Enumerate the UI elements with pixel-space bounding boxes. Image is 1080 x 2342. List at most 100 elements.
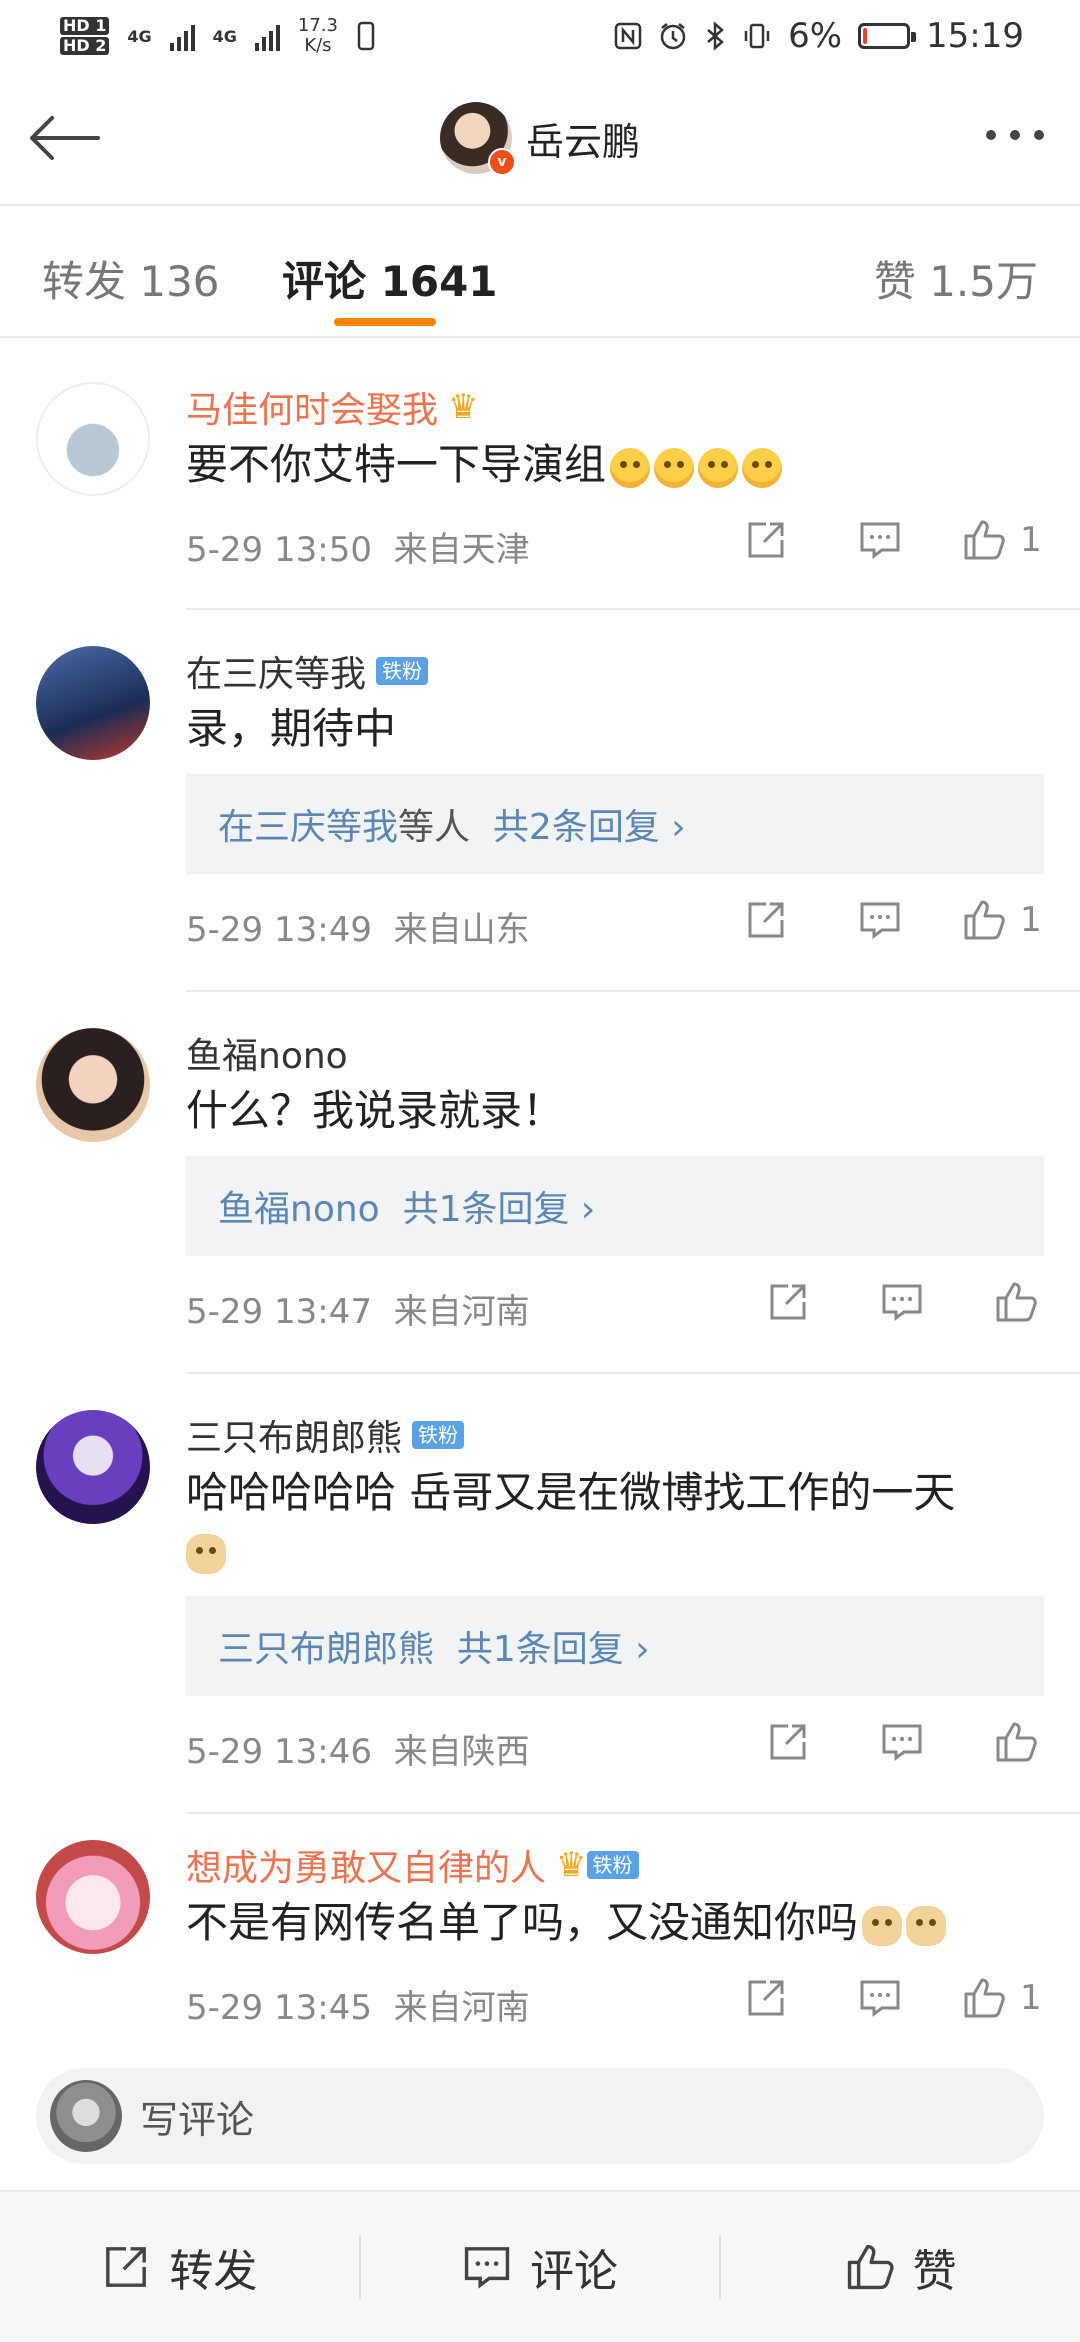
- like-icon[interactable]: [962, 1976, 1006, 2020]
- page-title: 岳云鹏: [525, 119, 640, 164]
- reply-preview[interactable]: 在三庆等我 等人 共2条回复 ›: [186, 774, 1044, 874]
- net2-label: 4G: [212, 26, 237, 46]
- comment-actions: 1: [744, 1976, 1044, 2020]
- comment-text: 什么？我说录就录！: [186, 1086, 565, 1135]
- phone-icon: [357, 21, 375, 51]
- like-count: 1: [1020, 900, 1042, 940]
- like-count: 1: [1020, 520, 1042, 560]
- nav-user[interactable]: v 岳云鹏: [0, 102, 1080, 176]
- network-speed: 17.3 K/s: [297, 15, 338, 56]
- net1-label: 4G: [127, 26, 152, 46]
- status-left: HD 1 HD 2 4G 4G 17.3 K/s: [60, 16, 376, 56]
- comment-input[interactable]: 写评论: [36, 2068, 1044, 2164]
- repost-label: 转发: [169, 2246, 258, 2297]
- comment-time: 5-29 13:47 来自河南: [186, 1292, 530, 1332]
- user-name-row: 三只布朗郎熊 铁粉: [186, 1410, 1044, 1460]
- comment-list: 马佳何时会娶我 ♛ 要不你艾特一下导演组 5-29 13:50 来自天津 1 在…: [0, 346, 1080, 2074]
- comment-item[interactable]: 马佳何时会娶我 ♛ 要不你艾特一下导演组 5-29 13:50 来自天津 1: [0, 346, 1080, 610]
- comment-icon[interactable]: [858, 518, 902, 562]
- like-icon[interactable]: [994, 1720, 1038, 1764]
- crown-icon: ♛: [556, 1845, 587, 1885]
- comment-body: 马佳何时会娶我 ♛ 要不你艾特一下导演组 5-29 13:50 来自天津 1: [186, 382, 1044, 574]
- comment-item[interactable]: 鱼福nono 什么？我说录就录！ 鱼福nono 共1条回复 › 5-29 13:…: [0, 992, 1080, 1374]
- like-icon[interactable]: [962, 518, 1006, 562]
- reply-preview[interactable]: 三只布朗郎熊 共1条回复 ›: [186, 1596, 1044, 1696]
- tab-likes[interactable]: 赞 1.5万: [874, 248, 1038, 309]
- comment-icon[interactable]: [880, 1720, 924, 1764]
- user-name[interactable]: 想成为勇敢又自律的人: [186, 1839, 546, 1891]
- battery-icon: [858, 23, 917, 49]
- user-name[interactable]: 马佳何时会娶我: [186, 381, 438, 433]
- avatar: [50, 2080, 122, 2152]
- comment-time: 5-29 13:49 来自山东: [186, 910, 530, 950]
- tab-bar: 转发 136 评论 1641 赞 1.5万: [0, 206, 1080, 338]
- user-name[interactable]: 鱼福nono: [186, 1027, 348, 1079]
- comment-icon[interactable]: [880, 1280, 924, 1324]
- comment-actions: [766, 1280, 1038, 1324]
- avatar[interactable]: [36, 1028, 150, 1142]
- battery-percent: 6%: [788, 16, 843, 56]
- tab-comments[interactable]: 评论 1641: [282, 248, 498, 309]
- comment-time: 5-29 13:46 来自陕西: [186, 1732, 530, 1772]
- tab-indicator: [334, 318, 436, 326]
- share-icon[interactable]: [744, 1976, 788, 2020]
- reply-count-link[interactable]: 共1条回复 ›: [403, 1180, 596, 1232]
- crying-emoji-icon: [610, 447, 651, 488]
- doge-emoji-icon: [906, 1905, 947, 1946]
- like-button[interactable]: 赞: [721, 2235, 1080, 2299]
- like-icon: [847, 2244, 894, 2290]
- like-icon[interactable]: [994, 1280, 1038, 1324]
- comment-actions: [766, 1720, 1038, 1764]
- comment-icon[interactable]: [858, 1976, 902, 2020]
- share-icon[interactable]: [766, 1720, 810, 1764]
- share-icon[interactable]: [766, 1280, 810, 1324]
- user-name[interactable]: 在三庆等我: [186, 645, 366, 697]
- vibrate-icon: [744, 23, 770, 49]
- reply-user-link[interactable]: 三只布朗郎熊: [218, 1620, 434, 1672]
- comment-icon: [464, 2247, 510, 2289]
- like-icon[interactable]: [962, 898, 1006, 942]
- reply-user-link[interactable]: 在三庆等我: [218, 798, 398, 850]
- comment-item[interactable]: 三只布朗郎熊 铁粉 哈哈哈哈哈 岳哥又是在微博找工作的一天 三只布朗郎熊 共1条…: [0, 1374, 1080, 1814]
- verified-badge: v: [487, 148, 516, 176]
- doge-emoji-icon: [186, 1533, 226, 1574]
- avatar[interactable]: v: [439, 102, 516, 176]
- avatar[interactable]: [36, 382, 150, 496]
- user-name-row: 想成为勇敢又自律的人 ♛ 铁粉: [186, 1840, 1044, 1890]
- nav-bar: v 岳云鹏: [0, 72, 1080, 206]
- comment-body: 鱼福nono 什么？我说录就录！ 鱼福nono 共1条回复 › 5-29 13:…: [186, 1028, 1044, 1336]
- hd1-label: HD 1: [60, 17, 110, 35]
- comment-button[interactable]: 评论: [361, 2235, 720, 2299]
- reply-preview[interactable]: 鱼福nono 共1条回复 ›: [186, 1156, 1044, 1256]
- avatar[interactable]: [36, 1410, 150, 1524]
- comment-icon[interactable]: [858, 898, 902, 942]
- fan-badge: 铁粉: [586, 1851, 639, 1879]
- more-icon[interactable]: [986, 130, 1044, 140]
- repost-button[interactable]: 转发: [0, 2235, 359, 2299]
- share-icon[interactable]: [744, 898, 788, 942]
- crown-icon: ♛: [448, 387, 479, 427]
- comment-item[interactable]: 在三庆等我 铁粉 录，期待中 在三庆等我 等人 共2条回复 › 5-29 13:4…: [0, 610, 1080, 992]
- avatar[interactable]: [36, 646, 150, 760]
- avatar[interactable]: [36, 1840, 150, 1954]
- signal-icon: [169, 21, 195, 51]
- tab-repost[interactable]: 转发 136: [42, 248, 220, 309]
- comment-actions: 1: [744, 898, 1044, 942]
- status-right: 6% 15:19: [614, 16, 1024, 56]
- bluetooth-icon: [707, 21, 724, 51]
- reply-count-link[interactable]: 共1条回复 ›: [457, 1620, 650, 1672]
- crying-emoji-icon: [742, 447, 783, 488]
- share-icon: [106, 2247, 147, 2287]
- comment-body: 想成为勇敢又自律的人 ♛ 铁粉 不是有网传名单了吗，又没通知你吗 5-29 13…: [186, 1840, 1044, 2032]
- comment-time: 5-29 13:50 来自天津: [186, 530, 530, 570]
- bottom-action-bar: 转发 评论 赞: [0, 2190, 1080, 2342]
- alarm-icon: [660, 23, 686, 50]
- comment-item[interactable]: 想成为勇敢又自律的人 ♛ 铁粉 不是有网传名单了吗，又没通知你吗 5-29 13…: [0, 1814, 1080, 2074]
- reply-user-link[interactable]: 鱼福nono: [218, 1180, 380, 1232]
- comment-meta: 5-29 13:45 来自河南 1: [186, 1972, 1044, 2032]
- reply-count-link[interactable]: 共2条回复 ›: [493, 798, 686, 850]
- comment-text: 要不你艾特一下导演组: [186, 436, 1044, 494]
- share-icon[interactable]: [744, 518, 788, 562]
- user-name[interactable]: 三只布朗郎熊: [186, 1409, 402, 1461]
- fan-badge: 铁粉: [376, 657, 429, 685]
